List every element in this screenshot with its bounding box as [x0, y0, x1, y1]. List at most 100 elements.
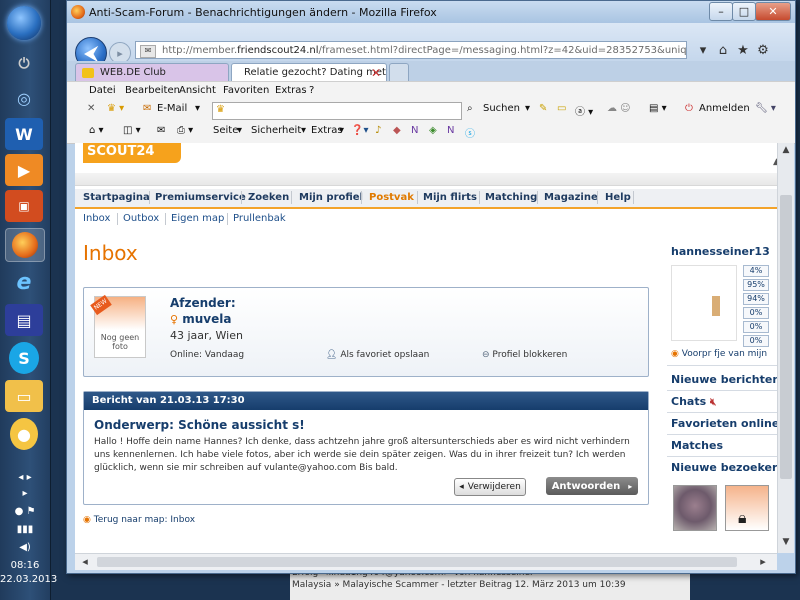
- menu-datei[interactable]: Datei: [89, 85, 116, 96]
- subnav-prullenbak[interactable]: Prullenbak: [233, 213, 286, 224]
- subnav-outbox[interactable]: Outbox: [123, 213, 159, 224]
- home-toolbar-icon[interactable]: ⌂ ▾: [89, 125, 104, 136]
- nav-help[interactable]: Help: [605, 192, 631, 203]
- skype-toolbar-icon[interactable]: ⓢ: [465, 125, 475, 140]
- block-profile-label[interactable]: Profiel blokkeren: [492, 350, 567, 360]
- sidebar-new-messages[interactable]: Nieuwe berichten: [671, 373, 780, 386]
- sidebar-matches[interactable]: Matches: [671, 439, 723, 452]
- security-dropdown-icon[interactable]: ▾: [301, 125, 306, 136]
- addon-icon-3[interactable]: ◈: [429, 125, 437, 136]
- tray-network-icon[interactable]: ▮▮▮: [0, 524, 50, 535]
- nav-startpagina[interactable]: Startpagina: [83, 192, 150, 203]
- nav-matching[interactable]: Matching: [485, 192, 537, 203]
- onenote-icon-2[interactable]: N: [447, 125, 454, 136]
- internet-explorer-icon[interactable]: e: [5, 266, 43, 298]
- horizontal-scrollbar[interactable]: ◂ ▸: [75, 553, 777, 570]
- menu-extras[interactable]: Extras: [275, 85, 307, 96]
- sidebar-chats-label[interactable]: Chats: [671, 395, 706, 408]
- firefox-icon[interactable]: [5, 228, 45, 262]
- save-favorite-link[interactable]: 👤︎ Als favoriet opslaan: [326, 350, 429, 360]
- save-favorite-label[interactable]: Als favoriet opslaan: [340, 350, 429, 360]
- back-to-inbox-link[interactable]: ◉ Terug naar map: Inbox: [83, 515, 195, 525]
- close-toolbar-icon[interactable]: ✕: [87, 103, 95, 114]
- login-button[interactable]: Anmelden: [699, 103, 750, 114]
- horizontal-scroll-thumb[interactable]: [97, 557, 737, 567]
- extras-dropdown-icon[interactable]: ▾: [339, 125, 344, 136]
- maximize-button[interactable]: □: [732, 2, 756, 21]
- nav-mijn-profiel[interactable]: Mijn profiel: [299, 192, 363, 203]
- tools-wrench-icon[interactable]: 🔧︎ ▾: [755, 103, 776, 114]
- menu-favoriten[interactable]: Favoriten: [223, 85, 269, 96]
- close-button[interactable]: ✕: [755, 2, 791, 21]
- vertical-scrollbar[interactable]: ▲ ▼: [777, 143, 794, 553]
- volume-icon[interactable]: ◀): [0, 542, 50, 553]
- page-menu-dropdown-icon[interactable]: ▾: [237, 125, 242, 136]
- block-profile-link[interactable]: ⊖ Profiel blokkeren: [482, 350, 567, 360]
- sidebar-chats[interactable]: Chats 🔇︎: [671, 395, 716, 408]
- webde-logo-icon[interactable]: ♛ ▾: [107, 103, 124, 114]
- amazon-icon[interactable]: ⓐ ▾: [575, 103, 593, 118]
- show-hidden-icons[interactable]: ▸: [0, 488, 50, 499]
- tab-webde-club[interactable]: WEB.DE Club: [75, 63, 229, 81]
- email-button[interactable]: E-Mail: [157, 103, 187, 114]
- menu-bearbeiten[interactable]: Bearbeiten: [125, 85, 180, 96]
- security-menu[interactable]: Sicherheit: [251, 125, 301, 136]
- tray-scroll-icon[interactable]: ◂ ▸: [0, 472, 50, 483]
- tab-relatie-gezocht[interactable]: Relatie gezocht? Dating met... ✕: [231, 63, 387, 81]
- scroll-up-icon[interactable]: ▲: [778, 145, 794, 155]
- subnav-eigen-map[interactable]: Eigen map: [171, 213, 224, 224]
- search-button[interactable]: Suchen: [483, 103, 520, 114]
- office-icon[interactable]: ▣: [5, 190, 43, 222]
- clock-date[interactable]: 22.03.2013: [0, 574, 57, 585]
- power-icon[interactable]: ⏻: [5, 48, 43, 80]
- search-icon[interactable]: ⌕: [467, 103, 473, 114]
- clock-time[interactable]: 08:16: [0, 560, 50, 571]
- sender-name[interactable]: muvela: [182, 312, 231, 326]
- sender-photo-placeholder[interactable]: NEW Nog geen foto: [90, 294, 146, 358]
- help-icon[interactable]: ❓▾: [351, 125, 368, 136]
- sidebar-new-visitors[interactable]: Nieuwe bezoekers: [671, 461, 784, 474]
- address-bar[interactable]: ✉ http://member. friendscout24.nl/framese…: [135, 41, 687, 59]
- bookmark-star-icon[interactable]: ★: [735, 42, 751, 58]
- home-icon[interactable]: ⌂: [715, 42, 731, 58]
- profile-preview-link[interactable]: ◉ Voorpr fje van mijn: [671, 349, 767, 359]
- skype-icon[interactable]: S: [9, 342, 39, 374]
- subnav-inbox[interactable]: Inbox: [83, 213, 110, 224]
- sidebar-favorites-online[interactable]: Favorieten online: [671, 417, 779, 430]
- menu-help[interactable]: ?: [309, 85, 314, 96]
- feeds-icon[interactable]: ◫ ▾: [123, 125, 141, 136]
- scroll-right-icon[interactable]: ▸: [755, 555, 771, 568]
- sidebar-username[interactable]: hannesseiner13: [671, 245, 770, 258]
- menu-ansicht[interactable]: Ansicht: [179, 85, 216, 96]
- back-to-inbox-label[interactable]: Terug naar map: Inbox: [94, 515, 195, 525]
- addon-icon-2[interactable]: ◆: [393, 125, 401, 136]
- power-login-icon[interactable]: ⏻: [685, 103, 693, 114]
- addon-icon-1[interactable]: ♪: [375, 125, 381, 136]
- email-dropdown-icon[interactable]: ▾: [195, 103, 200, 114]
- minimize-button[interactable]: –: [709, 2, 733, 21]
- tab-close-icon[interactable]: ✕: [371, 66, 381, 80]
- nav-premiumservice[interactable]: Premiumservice: [155, 192, 246, 203]
- settings-gear-icon[interactable]: ⚙: [755, 42, 771, 58]
- mail-icon[interactable]: ✉: [157, 125, 165, 136]
- tray-flag-icon[interactable]: ● ⚑: [0, 506, 50, 517]
- nav-postvak[interactable]: Postvak: [369, 192, 414, 203]
- folder-toolbar-icon[interactable]: ▭: [557, 103, 566, 114]
- nav-zoeken[interactable]: Zoeken: [248, 192, 289, 203]
- site-logo[interactable]: SCOUT24: [83, 143, 181, 163]
- dropdown-icon[interactable]: ▾: [695, 42, 711, 58]
- paint-icon[interactable]: ●: [10, 418, 38, 450]
- onenote-icon[interactable]: N: [411, 125, 418, 136]
- print-icon[interactable]: ⎙ ▾: [177, 125, 193, 136]
- network-icon[interactable]: ◎: [5, 82, 43, 114]
- folder-icon[interactable]: ▭: [5, 380, 43, 412]
- new-tab-button[interactable]: [389, 63, 409, 81]
- email-icon[interactable]: ✉: [143, 103, 151, 114]
- sender-name-row[interactable]: ♀ muvela: [170, 312, 231, 326]
- start-button[interactable]: [7, 6, 41, 40]
- page-menu[interactable]: Seite: [213, 125, 238, 136]
- extras-menu[interactable]: Extras: [311, 125, 343, 136]
- delete-button[interactable]: ◂ Verwijderen: [454, 478, 526, 496]
- nav-magazine[interactable]: Magazine: [544, 192, 598, 203]
- vertical-scroll-thumb[interactable]: [780, 195, 792, 479]
